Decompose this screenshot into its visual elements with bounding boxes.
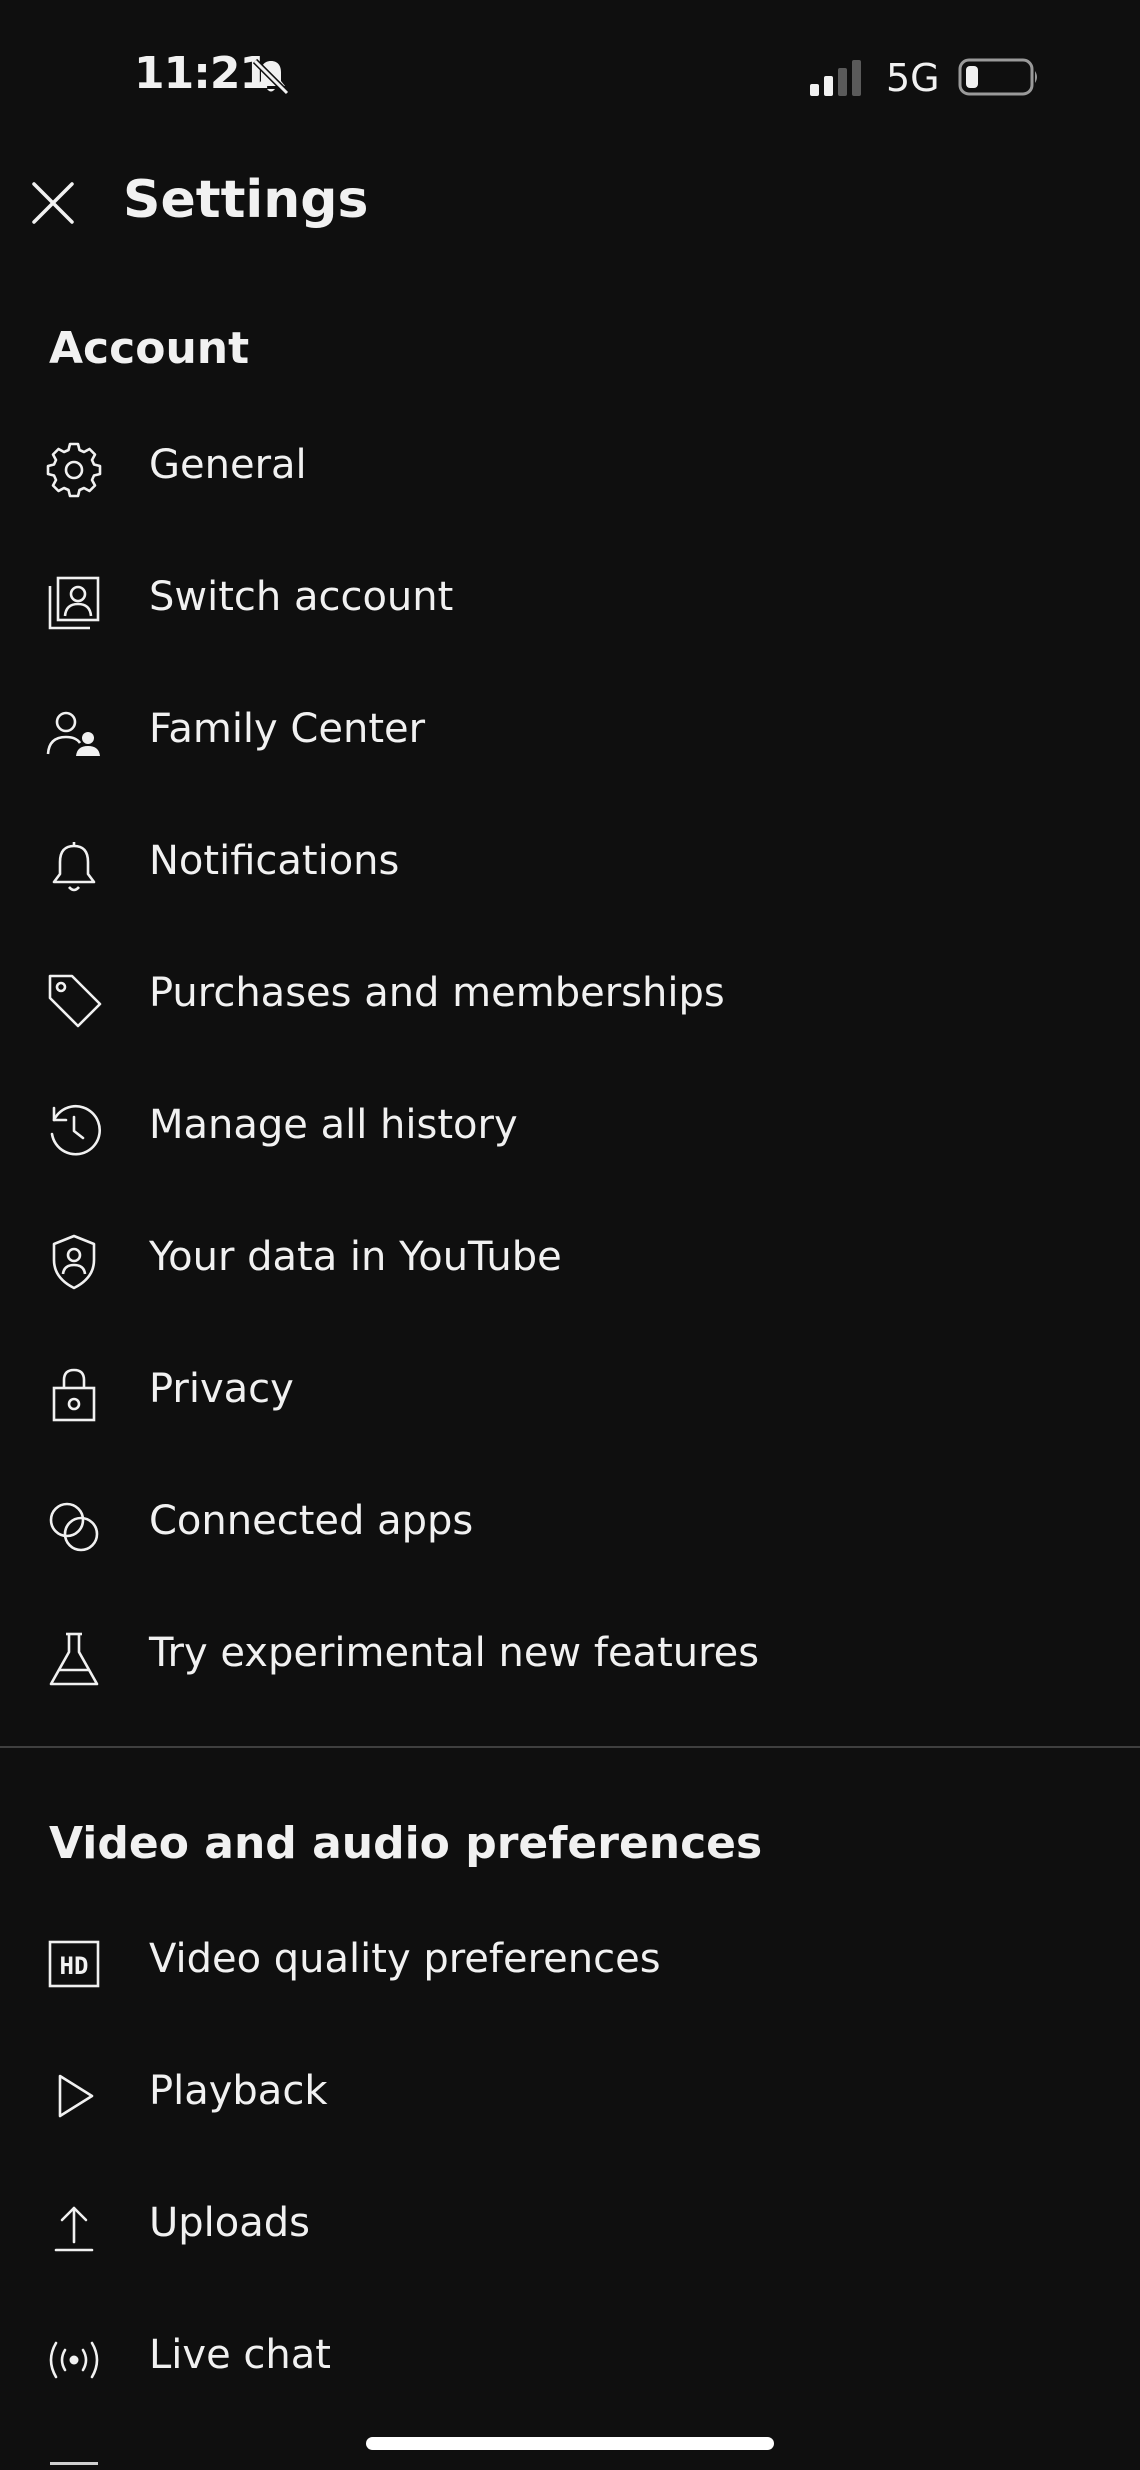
settings-item-label: Uploads xyxy=(149,2200,310,2246)
status-time: 11:21 xyxy=(134,48,270,99)
settings-item-video-quality[interactable]: HD Video quality preferences xyxy=(0,1894,1140,2026)
connected-apps-icon xyxy=(44,1496,104,1556)
settings-item-label: Live chat xyxy=(149,2332,331,2378)
settings-item-general[interactable]: General xyxy=(0,400,1140,532)
settings-item-label: General xyxy=(149,442,307,488)
next-item-icon-peek xyxy=(50,2462,98,2465)
settings-item-manage-history[interactable]: Manage all history xyxy=(0,1060,1140,1192)
settings-item-label: Notifications xyxy=(149,838,400,884)
settings-item-your-data[interactable]: Your data in YouTube xyxy=(0,1192,1140,1324)
settings-item-uploads[interactable]: Uploads xyxy=(0,2158,1140,2290)
bell-icon xyxy=(44,836,104,896)
settings-item-switch-account[interactable]: Switch account xyxy=(0,532,1140,664)
close-icon[interactable] xyxy=(28,178,78,228)
settings-item-notifications[interactable]: Notifications xyxy=(0,796,1140,928)
family-icon xyxy=(44,704,104,764)
switch-account-icon xyxy=(44,572,104,632)
history-icon xyxy=(44,1100,104,1160)
section-heading-video-audio: Video and audio preferences xyxy=(49,1818,763,1869)
flask-icon xyxy=(44,1628,104,1688)
section-heading-account: Account xyxy=(49,323,250,374)
settings-item-live-chat[interactable]: Live chat xyxy=(0,2290,1140,2422)
tag-icon xyxy=(44,968,104,1028)
home-indicator[interactable] xyxy=(366,2437,774,2450)
settings-item-label: Privacy xyxy=(149,1366,294,1412)
status-bar: 11:21 5G xyxy=(0,0,1140,150)
live-icon xyxy=(44,2330,104,2390)
play-icon xyxy=(44,2066,104,2126)
page-title: Settings xyxy=(123,170,369,230)
svg-text:HD: HD xyxy=(60,1952,89,1980)
settings-item-label: Connected apps xyxy=(149,1498,474,1544)
settings-item-connected-apps[interactable]: Connected apps xyxy=(0,1456,1140,1588)
section-divider xyxy=(0,1746,1140,1748)
settings-item-purchases[interactable]: Purchases and memberships xyxy=(0,928,1140,1060)
lock-icon xyxy=(44,1364,104,1424)
settings-item-label: Your data in YouTube xyxy=(149,1234,562,1280)
shield-person-icon xyxy=(44,1232,104,1292)
bell-off-icon xyxy=(250,56,292,98)
network-type: 5G xyxy=(886,56,940,100)
settings-item-label: Manage all history xyxy=(149,1102,518,1148)
settings-item-playback[interactable]: Playback xyxy=(0,2026,1140,2158)
settings-item-label: Video quality preferences xyxy=(149,1936,661,1982)
top-app-bar: Settings xyxy=(0,160,1140,250)
settings-item-label: Playback xyxy=(149,2068,328,2114)
settings-item-experimental[interactable]: Try experimental new features xyxy=(0,1588,1140,1720)
gear-icon xyxy=(44,440,104,500)
settings-item-privacy[interactable]: Privacy xyxy=(0,1324,1140,1456)
settings-item-family-center[interactable]: Family Center xyxy=(0,664,1140,796)
hd-icon: HD xyxy=(44,1934,104,1994)
cellular-signal-icon xyxy=(808,58,868,98)
settings-item-label: Purchases and memberships xyxy=(149,970,725,1016)
settings-item-label: Family Center xyxy=(149,706,426,752)
upload-icon xyxy=(44,2198,104,2258)
settings-item-label: Switch account xyxy=(149,574,454,620)
battery-icon xyxy=(958,58,1040,96)
settings-item-label: Try experimental new features xyxy=(149,1630,760,1676)
